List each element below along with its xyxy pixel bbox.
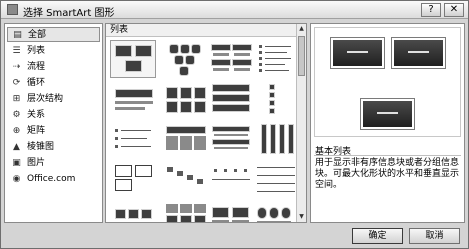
category-label: 棱锥图 (27, 142, 55, 152)
layout-vertical-bullet-list[interactable] (252, 80, 298, 118)
dialog-title: 选择 SmartArt 图形 (23, 8, 115, 19)
category-label: 层次结构 (27, 94, 64, 104)
preview-shape (360, 98, 415, 130)
scroll-thumb[interactable] (298, 36, 305, 76)
close-button[interactable]: ✕ (444, 3, 464, 17)
category-picture[interactable]: ▣ 图片 (7, 156, 100, 171)
layout-bullet-list[interactable] (252, 40, 298, 78)
layout-target-list[interactable] (110, 120, 156, 158)
layout-tab-list[interactable] (207, 120, 253, 158)
layout-vertical-box-list[interactable] (207, 80, 253, 118)
category-matrix[interactable]: ⊕ 矩阵 (7, 124, 100, 139)
layout-circle-picture-list[interactable] (252, 200, 298, 222)
gallery-header: 列表 (106, 24, 296, 37)
pyramid-icon: ▲ (13, 142, 20, 152)
category-office-com[interactable]: ◉ Office.com (7, 172, 100, 187)
layout-lined-list[interactable] (252, 160, 298, 198)
category-list: ▤ 全部 ☰ 列表 ⇢ 流程 ⟳ 循环 ⊞ 层次结构 ⚙ 关系 ⊕ 矩阵 ▲ 棱 (4, 23, 103, 223)
cycle-icon: ⟳ (12, 78, 21, 88)
preview-shape (330, 37, 385, 69)
category-cycle[interactable]: ⟳ 循环 (7, 76, 100, 91)
category-all[interactable]: ▤ 全部 (7, 27, 100, 42)
title-bar: 选择 SmartArt 图形 ? ✕ (1, 1, 468, 19)
category-label: 流程 (27, 62, 46, 72)
office-icon: ◉ (12, 174, 21, 184)
divider (314, 155, 461, 156)
hierarchy-icon: ⊞ (12, 94, 21, 104)
detail-panel: 基本列表 用于显示非有序信息块或者分组信息块。可最大化形状的水平和垂直显示空间。 (310, 23, 465, 223)
app-icon (7, 4, 18, 15)
smartart-dialog: 选择 SmartArt 图形 ? ✕ ▤ 全部 ☰ 列表 ⇢ 流程 ⟳ 循环 ⊞… (0, 0, 469, 249)
layout-basic-list[interactable] (110, 40, 156, 78)
layout-picture-caption-list[interactable] (110, 160, 156, 198)
help-button[interactable]: ? (421, 3, 441, 17)
scroll-down-arrow-icon[interactable]: ▼ (297, 212, 306, 222)
category-pyramid[interactable]: ▲ 棱锥图 (7, 140, 100, 155)
layout-description: 用于显示非有序信息块或者分组信息块。可最大化形状的水平和垂直显示空间。 (315, 158, 460, 190)
layout-hexagon-list[interactable] (162, 40, 208, 78)
gallery-scrollbar[interactable]: ▲ ▼ (296, 24, 306, 222)
layout-segmented-list[interactable] (207, 200, 253, 222)
layout-descending-block-list[interactable] (162, 160, 208, 198)
category-label: 矩阵 (27, 126, 46, 136)
layout-preview (314, 27, 461, 137)
list-icon: ☰ (12, 46, 21, 56)
matrix-icon: ⊕ (12, 126, 21, 136)
category-label: 关系 (27, 110, 46, 120)
layout-pyramid-list[interactable] (110, 200, 156, 222)
layout-grid-matrix[interactable] (162, 200, 208, 222)
layout-grouped-list[interactable] (207, 40, 253, 78)
category-label: 图片 (27, 158, 46, 168)
category-list-item[interactable]: ☰ 列表 (7, 44, 100, 59)
category-process[interactable]: ⇢ 流程 (7, 60, 100, 75)
all-icon: ▤ (13, 30, 22, 40)
process-icon: ⇢ (12, 62, 21, 72)
scroll-up-arrow-icon[interactable]: ▲ (297, 24, 306, 34)
category-label: 循环 (27, 78, 46, 88)
category-relationship[interactable]: ⚙ 关系 (7, 108, 100, 123)
relationship-icon: ⚙ (12, 110, 21, 120)
picture-icon: ▣ (12, 158, 21, 168)
cancel-button[interactable]: 取消 (409, 228, 460, 244)
layout-gallery: 列表 ▲ ▼ (105, 23, 307, 223)
category-label: Office.com (27, 174, 76, 184)
layout-dot-list[interactable] (207, 160, 253, 198)
layout-vertical-chevron-list[interactable] (252, 120, 298, 158)
category-label: 全部 (28, 30, 47, 40)
category-label: 列表 (27, 46, 46, 56)
layout-table-list[interactable] (162, 120, 208, 158)
layout-horizontal-bullets[interactable] (110, 80, 156, 118)
ok-button[interactable]: 确定 (352, 228, 403, 244)
category-hierarchy[interactable]: ⊞ 层次结构 (7, 92, 100, 107)
preview-shape (391, 37, 446, 69)
layout-stacked-list[interactable] (162, 80, 208, 118)
